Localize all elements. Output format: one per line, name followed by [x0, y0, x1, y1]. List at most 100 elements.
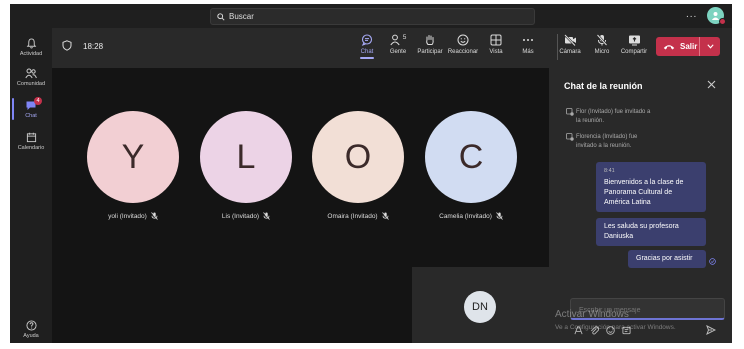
mic-muted-icon	[151, 212, 158, 220]
participant-name: yoli (Invitado)	[108, 213, 147, 220]
message-line: Daniuska	[604, 233, 634, 240]
windows-activation-note: Ve a Configuración para activar Windows.	[555, 324, 676, 331]
meeting-timer: 18:28	[83, 42, 104, 51]
leave-button[interactable]: Salir	[656, 37, 720, 56]
participant-name: Lis (Invitado)	[221, 213, 260, 220]
view-label: Vista	[489, 49, 503, 55]
participant-initial: C	[458, 137, 484, 176]
chat-panel-title: Chat de la reunión	[564, 81, 643, 91]
rail-item-help[interactable]: Ayuda	[10, 320, 52, 339]
rail-label: Ayuda	[23, 333, 39, 339]
rail-item-activity[interactable]: Actividad	[10, 38, 52, 57]
system-message: Florencia (Invitado) fue invitado a la r…	[566, 133, 686, 150]
share-label: Compartir	[620, 49, 648, 55]
people-button[interactable]: 5 Gente	[383, 34, 413, 55]
bell-icon	[26, 38, 36, 49]
search-box[interactable]: Buscar	[210, 8, 535, 25]
mic-button[interactable]: Micro	[587, 34, 617, 55]
help-icon	[25, 320, 37, 331]
leave-main[interactable]: Salir	[656, 37, 700, 56]
mic-muted-icon	[381, 212, 389, 220]
camera-button[interactable]: Cámara	[555, 34, 585, 55]
share-button[interactable]: Compartir	[619, 34, 649, 55]
self-avatar: DN	[464, 291, 496, 323]
grid-view-icon	[490, 34, 502, 46]
system-line: Flor (Invitado) fue invitado a	[576, 109, 651, 115]
participant-name-row: Camelia (Invitado)	[405, 212, 537, 220]
participant-initial: L	[236, 137, 256, 176]
people-icon	[390, 34, 400, 46]
participant-name: Camelia (Invitado)	[439, 213, 492, 220]
camera-off-icon	[563, 34, 576, 46]
people-button-label: Gente	[389, 49, 407, 55]
people-count: 5	[402, 34, 407, 41]
mic-muted-icon	[496, 212, 503, 220]
windows-activation-watermark: Activar Windows	[555, 309, 629, 320]
chat-button[interactable]: Chat	[352, 34, 382, 59]
message-line: Les saluda su profesora	[604, 223, 679, 230]
close-icon[interactable]	[707, 80, 716, 89]
participant-avatar: C	[425, 111, 517, 203]
system-line: invitado a la reunión.	[576, 142, 632, 149]
user-avatar[interactable]	[707, 7, 726, 25]
mic-off-icon	[596, 34, 608, 46]
participant-name: Omaira (Invitado)	[327, 213, 378, 220]
participant-avatar: Y	[87, 111, 179, 203]
more-label: Más	[522, 49, 534, 55]
system-message: Flor (Invitado) fue invitado a la reunió…	[566, 108, 686, 125]
share-screen-icon	[628, 35, 640, 46]
leave-options[interactable]	[700, 44, 720, 49]
person-added-icon	[566, 108, 574, 116]
participant-tile: C Camelia (Invitado)	[425, 111, 517, 220]
search-icon	[217, 12, 225, 21]
community-icon	[25, 68, 37, 79]
phone-hangup-icon	[663, 44, 675, 49]
teams-window: Buscar ... Actividad Comunidad 4 Chat Ca…	[10, 4, 732, 343]
rail-label: Comunidad	[16, 81, 46, 87]
more-button[interactable]: Más	[513, 34, 543, 55]
send-icon[interactable]	[706, 325, 716, 335]
active-underline	[360, 57, 374, 59]
participant-avatar: L	[200, 111, 292, 203]
shield-icon	[62, 40, 72, 51]
mic-label: Micro	[594, 49, 610, 55]
chevron-down-icon	[706, 44, 714, 49]
view-button[interactable]: Vista	[481, 34, 511, 55]
seen-check-icon	[709, 258, 716, 265]
chat-message[interactable]: Les saluda su profesora Daniuska	[596, 218, 706, 246]
hand-icon	[426, 35, 434, 45]
rail-label: Actividad	[19, 51, 43, 57]
rail-item-chat[interactable]: 4 Chat	[10, 97, 52, 119]
chat-message[interactable]: 8:41 Bienvenidos a la clase de Panorama …	[596, 162, 706, 212]
system-line: la reunión.	[576, 117, 605, 124]
rail-item-community[interactable]: Comunidad	[10, 68, 52, 87]
react-label: Reaccionar	[447, 49, 479, 55]
message-line: Panorama Cultural de	[604, 189, 673, 196]
message-line: Gracias por asistir	[636, 255, 693, 262]
participant-avatar: O	[312, 111, 404, 203]
mic-muted-icon	[263, 212, 270, 220]
raise-hand-label: Participar	[417, 49, 443, 55]
calendar-icon	[26, 132, 36, 143]
react-button[interactable]: Reaccionar	[448, 34, 478, 55]
chat-bubble-icon	[361, 34, 373, 46]
rail-label: Calendario	[17, 145, 45, 151]
search-placeholder: Buscar	[229, 12, 254, 21]
person-added-icon	[566, 133, 574, 141]
participant-tile: L Lis (Invitado)	[200, 111, 292, 220]
more-icon	[523, 39, 533, 41]
raise-hand-button[interactable]: Participar	[415, 34, 445, 55]
leave-label: Salir	[680, 42, 698, 51]
more-options-icon[interactable]: ...	[686, 9, 697, 20]
presence-busy-icon	[719, 18, 726, 25]
participant-tile: Y yoli (Invitado)	[87, 111, 179, 220]
participant-initial: Y	[121, 137, 145, 176]
chat-button-label: Chat	[360, 49, 374, 55]
message-line: América Latina	[604, 199, 651, 206]
message-time: 8:41	[604, 168, 615, 174]
rail-label: Chat	[25, 113, 37, 119]
rail-item-calendar[interactable]: Calendario	[10, 132, 52, 151]
smiley-icon	[457, 34, 469, 46]
chat-message[interactable]: Gracias por asistir	[628, 250, 706, 268]
participant-initial: O	[344, 137, 372, 176]
